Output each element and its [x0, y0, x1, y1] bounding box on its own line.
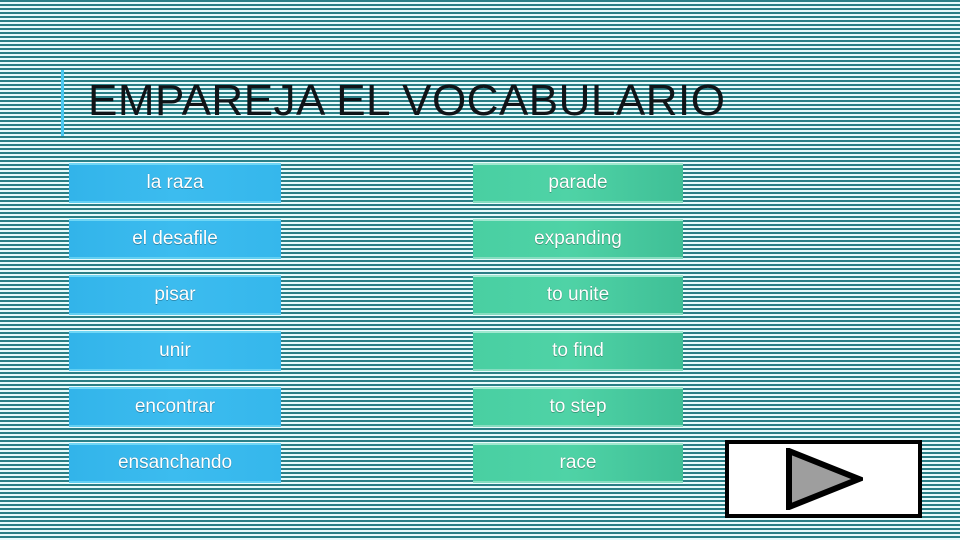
english-term-chip[interactable]: parade	[473, 163, 683, 203]
english-term-label: race	[559, 452, 597, 473]
spanish-term-chip[interactable]: unir	[69, 331, 281, 371]
spanish-term-label: pisar	[154, 284, 196, 305]
slide-canvas: EMPAREJA EL VOCABULARIO la raza el desaf…	[0, 0, 960, 540]
title-accent-bar	[61, 70, 64, 136]
spanish-term-chip[interactable]: ensanchando	[69, 443, 281, 483]
english-term-chip[interactable]: to find	[473, 331, 683, 371]
page-title: EMPAREJA EL VOCABULARIO	[88, 76, 726, 125]
english-term-chip[interactable]: race	[473, 443, 683, 483]
english-term-label: to step	[549, 396, 607, 417]
english-term-chip[interactable]: expanding	[473, 219, 683, 259]
spanish-term-chip[interactable]: la raza	[69, 163, 281, 203]
english-term-label: to find	[552, 340, 604, 361]
spanish-term-chip[interactable]: pisar	[69, 275, 281, 315]
play-triangle-icon	[785, 448, 863, 510]
title-block: EMPAREJA EL VOCABULARIO	[61, 68, 901, 138]
english-term-label: to unite	[546, 284, 610, 305]
spanish-term-chip[interactable]: el desafile	[69, 219, 281, 259]
english-term-column: parade expanding to unite to find to ste…	[473, 163, 683, 499]
spanish-term-label: la raza	[146, 172, 204, 193]
spanish-term-label: ensanchando	[117, 452, 233, 473]
spanish-term-label: unir	[159, 340, 191, 361]
english-term-label: expanding	[534, 228, 622, 249]
spanish-term-chip[interactable]: encontrar	[69, 387, 281, 427]
english-term-chip[interactable]: to step	[473, 387, 683, 427]
next-slide-button[interactable]	[725, 440, 922, 518]
spanish-term-column: la raza el desafile pisar unir encontrar…	[69, 163, 281, 499]
spanish-term-label: el desafile	[132, 228, 218, 249]
spanish-term-label: encontrar	[134, 396, 216, 417]
english-term-label: parade	[548, 172, 608, 193]
english-term-chip[interactable]: to unite	[473, 275, 683, 315]
